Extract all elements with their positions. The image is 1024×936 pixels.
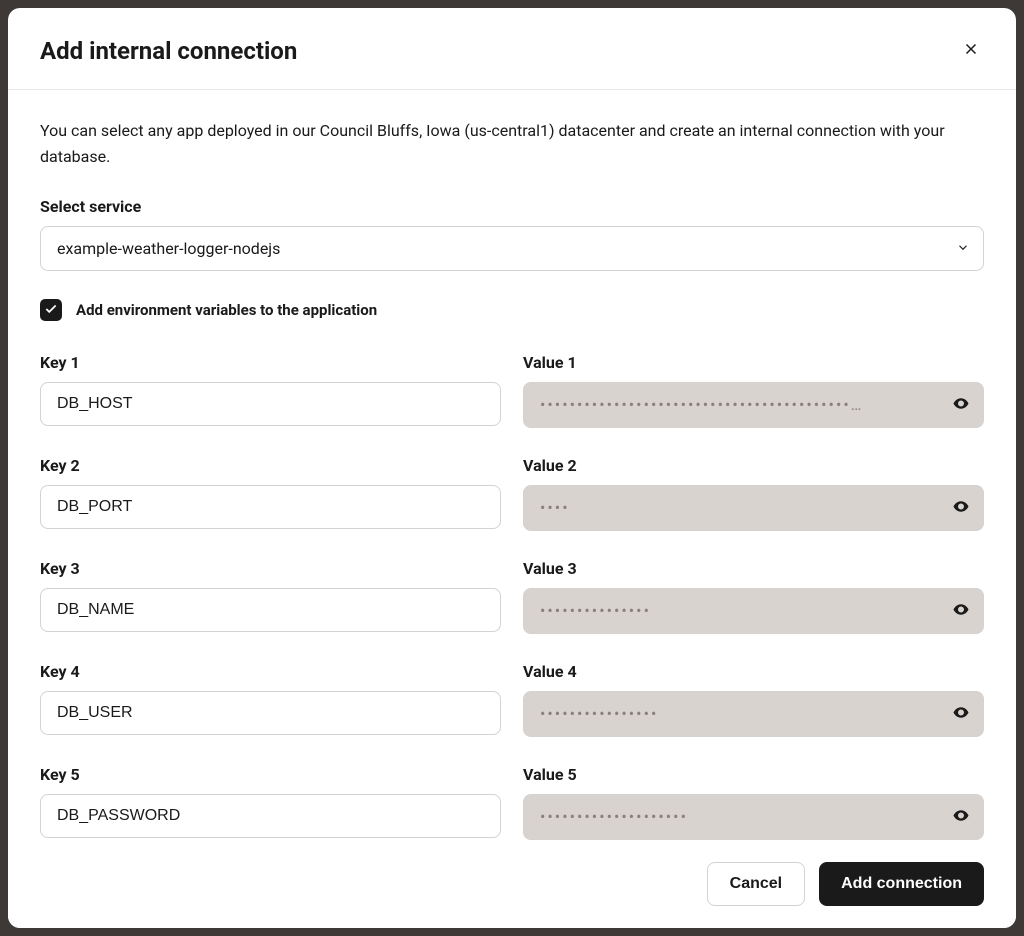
env-value-item: Value 1 ••••••••••••••••••••••••••••••••… (523, 353, 984, 428)
env-value-label: Value 2 (523, 456, 984, 475)
env-value-item: Value 2 •••• (523, 456, 984, 531)
check-icon (44, 301, 58, 320)
env-value-input[interactable]: •••••••••••••••• (523, 691, 984, 737)
env-key-item: Key 4 (40, 662, 501, 737)
eye-icon (952, 395, 970, 416)
env-value-label: Value 1 (523, 353, 984, 372)
env-value-label: Value 4 (523, 662, 984, 681)
env-vars-checkbox-row: Add environment variables to the applica… (40, 299, 984, 321)
env-value-input[interactable]: ••••••••••••••• (523, 588, 984, 634)
env-key-label: Key 1 (40, 353, 501, 372)
env-value-wrapper: ••••••••••••••••••••••••••••••••••••••••… (523, 382, 984, 428)
reveal-value-button[interactable] (948, 391, 974, 420)
env-value-label: Value 5 (523, 765, 984, 784)
env-value-wrapper: ••••••••••••••• (523, 588, 984, 634)
env-vars-checkbox-label: Add environment variables to the applica… (76, 301, 377, 319)
env-value-wrapper: •••••••••••••••• (523, 691, 984, 737)
env-vars-checkbox[interactable] (40, 299, 62, 321)
env-key-input[interactable] (40, 485, 501, 529)
env-vars-grid: Key 1 Value 1 ••••••••••••••••••••••••••… (40, 353, 984, 844)
env-key-item: Key 5 (40, 765, 501, 840)
env-key-input[interactable] (40, 691, 501, 735)
select-service-dropdown[interactable]: example-weather-logger-nodejs (40, 226, 984, 271)
env-value-item: Value 5 •••••••••••••••••••• (523, 765, 984, 840)
modal-header: Add internal connection (8, 8, 1016, 90)
close-button[interactable] (958, 36, 984, 65)
env-key-input[interactable] (40, 794, 501, 838)
env-value-item: Value 3 ••••••••••••••• (523, 559, 984, 634)
reveal-value-button[interactable] (948, 803, 974, 832)
env-key-input[interactable] (40, 382, 501, 426)
env-value-label: Value 3 (523, 559, 984, 578)
env-key-item: Key 2 (40, 456, 501, 531)
env-value-input[interactable]: •••• (523, 485, 984, 531)
env-key-label: Key 5 (40, 765, 501, 784)
select-service-wrapper: example-weather-logger-nodejs (40, 226, 984, 271)
env-key-item: Key 3 (40, 559, 501, 634)
add-connection-button[interactable]: Add connection (819, 862, 984, 906)
env-value-wrapper: •••• (523, 485, 984, 531)
modal-body[interactable]: You can select any app deployed in our C… (8, 90, 1016, 844)
env-key-item: Key 1 (40, 353, 501, 428)
eye-icon (952, 498, 970, 519)
close-icon (962, 40, 980, 61)
modal-title: Add internal connection (40, 37, 297, 65)
env-key-input[interactable] (40, 588, 501, 632)
add-connection-modal: Add internal connection You can select a… (8, 8, 1016, 928)
env-value-item: Value 4 •••••••••••••••• (523, 662, 984, 737)
modal-description: You can select any app deployed in our C… (40, 118, 984, 169)
select-service-label: Select service (40, 197, 984, 216)
eye-icon (952, 601, 970, 622)
reveal-value-button[interactable] (948, 494, 974, 523)
reveal-value-button[interactable] (948, 597, 974, 626)
env-value-wrapper: •••••••••••••••••••• (523, 794, 984, 840)
env-value-input[interactable]: ••••••••••••••••••••••••••••••••••••••••… (523, 382, 984, 428)
env-key-label: Key 4 (40, 662, 501, 681)
env-key-label: Key 2 (40, 456, 501, 475)
env-value-input[interactable]: •••••••••••••••••••• (523, 794, 984, 840)
eye-icon (952, 807, 970, 828)
env-key-label: Key 3 (40, 559, 501, 578)
eye-icon (952, 704, 970, 725)
cancel-button[interactable]: Cancel (707, 862, 805, 906)
reveal-value-button[interactable] (948, 700, 974, 729)
modal-footer: Cancel Add connection (8, 844, 1016, 928)
